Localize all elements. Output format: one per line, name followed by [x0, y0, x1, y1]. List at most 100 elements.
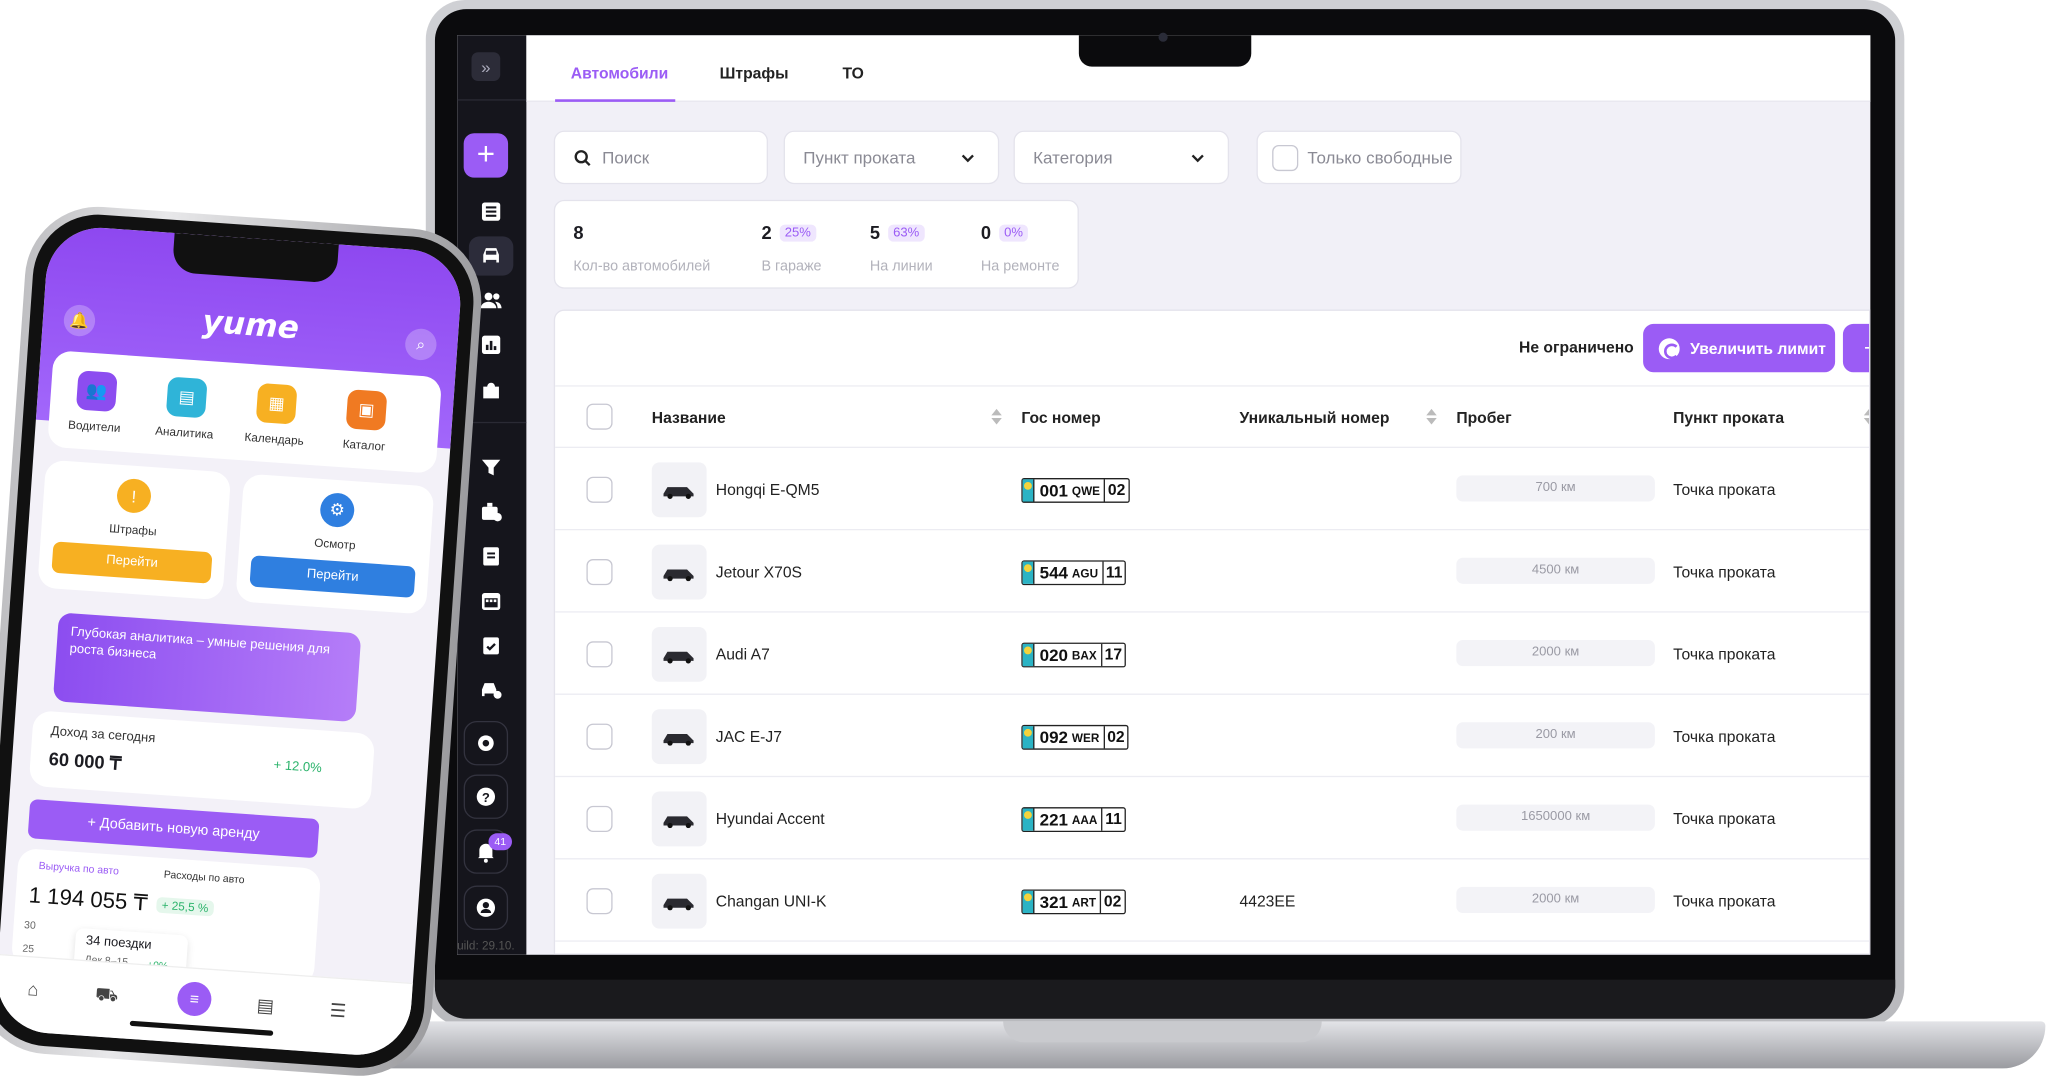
column-name[interactable]: Название [652, 409, 726, 427]
row-checkbox[interactable] [586, 641, 613, 668]
calendar-icon[interactable]: ▦ [255, 382, 298, 425]
car-icon[interactable]: ⛟ [94, 983, 119, 1009]
row-checkbox[interactable] [586, 476, 613, 503]
stat-value: 5 [869, 222, 881, 243]
plus-icon: + [476, 137, 496, 173]
add-rent-button[interactable]: + Добавить новую аренду [27, 798, 320, 859]
car-name[interactable]: Changan UNI-K [716, 892, 827, 910]
plate-digits: 020 [1039, 645, 1069, 665]
table-row[interactable]: JAC E-J7 092 WER 02 200 км Точка проката [555, 695, 1870, 778]
fines-card: ! Штрафы Перейти [37, 459, 232, 601]
stat-value: 8 [573, 222, 584, 243]
row-checkbox[interactable] [586, 559, 613, 586]
briefcase-icon[interactable] [469, 492, 513, 531]
document-icon[interactable] [469, 537, 513, 576]
table-row[interactable]: Hyundai Accent 221 AAA 11 1650000 км Точка пр… [555, 777, 1870, 860]
list-icon[interactable]: ≡ [176, 980, 213, 1018]
fines-go-button[interactable]: Перейти [51, 541, 213, 584]
analytics-banner[interactable]: Глубокая аналитика – умные решения для р… [52, 612, 362, 723]
car-name[interactable]: JAC E-J7 [716, 728, 782, 746]
help-icon[interactable]: ? [463, 774, 509, 819]
total-revenue: 1 194 055 ₸ [27, 882, 149, 916]
inspection-go-button[interactable]: Перейти [249, 555, 416, 598]
add-car-button[interactable]: + [1842, 323, 1870, 373]
kz-flag-icon [1022, 561, 1035, 584]
mileage-value: 200 км [1456, 722, 1655, 749]
inspection-icon: ⚙ [319, 491, 356, 529]
fines-icon: ! [115, 477, 153, 515]
tab-expenses[interactable]: Расходы по авто [163, 869, 244, 886]
list-icon[interactable] [469, 192, 513, 231]
plate-digits: 221 [1039, 809, 1069, 830]
stat-label: На линии [869, 258, 933, 275]
limit-status: Не ограничено [1519, 338, 1634, 357]
fines-label: Штрафы [108, 521, 157, 539]
car-thumbnail [651, 626, 707, 682]
sort-icon[interactable] [1426, 408, 1437, 425]
car-name[interactable]: Hongqi E-QM5 [716, 481, 820, 499]
kz-flag-icon [1022, 808, 1035, 831]
filter-icon[interactable] [469, 448, 513, 487]
menu-icon[interactable]: ☰ [329, 999, 347, 1022]
row-checkbox[interactable] [586, 723, 613, 750]
checklist-icon[interactable] [469, 626, 513, 665]
profile-icon[interactable] [463, 885, 509, 930]
laptop-chin [434, 979, 1896, 1019]
license-plate: 544 AGU 11 [1021, 560, 1127, 586]
laptop-screen: » + ? 41 uild: 29.10. Автомобили Штрафы … [457, 35, 1871, 955]
tab-maintenance[interactable]: ТО [842, 64, 863, 82]
settings-icon[interactable] [463, 720, 509, 766]
column-rental-point[interactable]: Пункт проката [1673, 409, 1784, 427]
plate-region: 17 [1100, 643, 1125, 667]
drivers-icon[interactable]: 👥 [75, 370, 118, 413]
rental-point: Точка проката [1673, 809, 1776, 829]
rental-point-select[interactable]: Пункт проката [783, 130, 1000, 185]
stat-label: На ремонте [980, 258, 1060, 275]
row-checkbox[interactable] [586, 805, 613, 832]
select-all-checkbox[interactable] [586, 403, 613, 430]
tab-fines[interactable]: Штрафы [720, 64, 789, 82]
plate-digits: 092 [1039, 727, 1069, 748]
camera-dot [1158, 32, 1168, 42]
plate-letters: QWE [1071, 484, 1101, 498]
tab-cars[interactable]: Автомобили [571, 64, 668, 82]
sort-icon[interactable] [1863, 408, 1870, 425]
rental-point: Точка проката [1673, 480, 1776, 499]
column-unique-number[interactable]: Уникальный номер [1240, 409, 1390, 427]
only-free-checkbox[interactable]: Только свободные [1256, 130, 1462, 185]
column-mileage[interactable]: Пробег [1456, 409, 1511, 427]
checkbox[interactable] [1272, 144, 1299, 171]
document-icon[interactable]: ▤ [256, 994, 275, 1017]
add-button[interactable]: + [463, 133, 509, 178]
increase-limit-button[interactable]: Увеличить лимит [1643, 323, 1836, 373]
table-row[interactable]: Jetour X70S 544 AGU 11 4500 км Точка проката [555, 530, 1870, 613]
sort-icon[interactable] [991, 408, 1002, 425]
search-input[interactable]: Поиск [553, 130, 768, 185]
license-plate: 092 WER 02 [1021, 724, 1129, 750]
car-name[interactable]: Audi A7 [716, 645, 770, 663]
home-icon[interactable]: ⌂ [27, 978, 39, 1000]
inspection-card: ⚙ Осмотр Перейти [235, 473, 435, 615]
tab-revenue[interactable]: Выручка по авто [38, 860, 119, 877]
quick-label: Водители [67, 418, 121, 435]
plate-letters: WER [1071, 731, 1100, 745]
table-row[interactable]: Changan UNI-K 321 ART 02 4423EE 2000 км Точка … [555, 859, 1870, 942]
table-row[interactable]: Hongqi E-QM5 001 QWE 02 700 км Точка проката [555, 448, 1870, 531]
plate-letters: AGU [1071, 566, 1099, 580]
car-name[interactable]: Hyundai Accent [716, 810, 825, 828]
stat-percent-badge: 63% [887, 224, 925, 242]
table-row[interactable]: Audi A7 020 BAX 17 2000 км Точка проката [555, 613, 1870, 695]
car-service-icon[interactable] [469, 670, 513, 709]
mileage-value: 2000 км [1456, 886, 1655, 913]
phone-screen: 🔔 yume ⌕ 👥 Водители ▤ Аналитика ▦ Календ… [0, 224, 464, 1059]
catalog-icon[interactable]: ▣ [345, 389, 388, 431]
main-content: Автомобили Штрафы ТО Поиск Пункт проката… [526, 35, 1871, 955]
expand-icon[interactable]: » [471, 52, 501, 81]
analytics-icon[interactable]: ▤ [165, 376, 208, 419]
car-name[interactable]: Jetour X70S [716, 563, 802, 581]
category-select[interactable]: Категория [1013, 130, 1230, 185]
income-card: Доход за сегодня 60 000 ₸ + 12.0% [28, 710, 376, 810]
row-checkbox[interactable] [586, 888, 613, 915]
column-plate[interactable]: Гос номер [1021, 409, 1100, 427]
calendar-icon[interactable] [469, 581, 513, 620]
